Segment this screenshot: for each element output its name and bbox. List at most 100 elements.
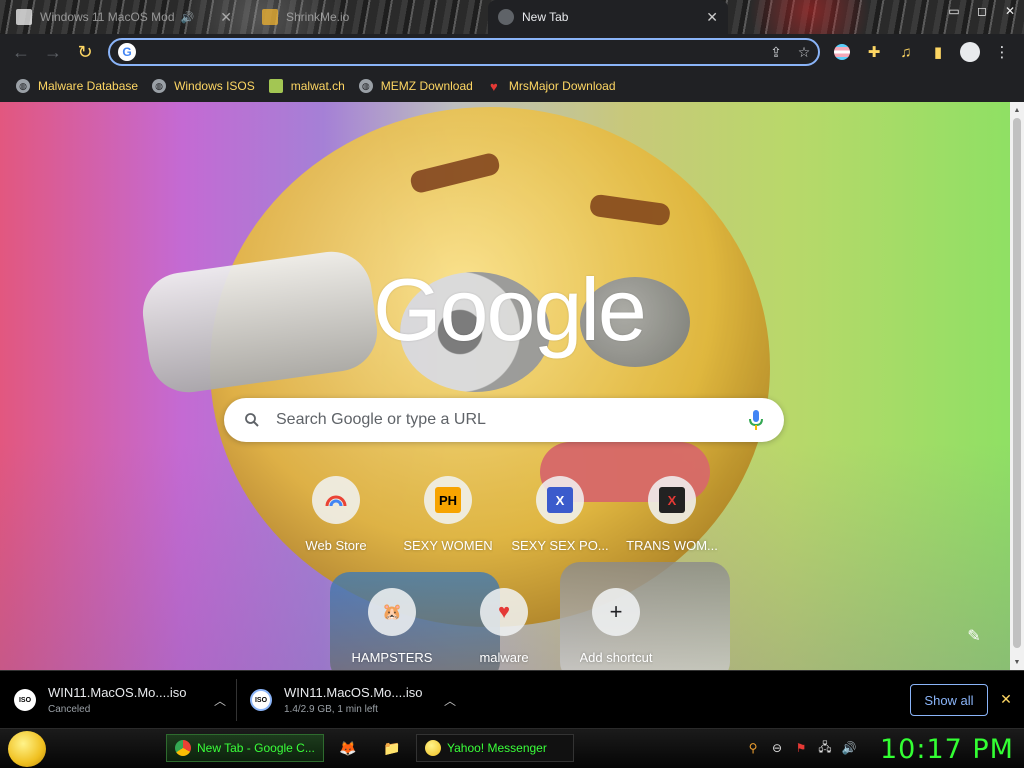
bookmark-windows-isos[interactable]: ◍ Windows ISOS — [146, 74, 263, 98]
new-tab-page: Google Web Store PH SEXY WOMEN — [0, 102, 1010, 670]
ntp-search-input[interactable] — [276, 411, 744, 429]
search-icon — [242, 410, 262, 430]
download-item-in-progress[interactable]: ISO WIN11.MacOS.Mo....iso 1.4/2.9 GB, 1 … — [250, 679, 456, 721]
scroll-up-icon[interactable]: ▲ — [1010, 103, 1024, 117]
shortcut-tile: + — [592, 588, 640, 636]
show-all-button[interactable]: Show all — [910, 684, 988, 716]
back-arrow-icon[interactable]: ← — [6, 37, 36, 67]
download-filename: WIN11.MacOS.Mo....iso — [284, 685, 423, 700]
shortcut-add[interactable]: + Add shortcut — [560, 588, 672, 670]
forward-arrow-icon[interactable]: → — [38, 37, 68, 67]
taskbar-task-yahoo-messenger[interactable]: Yahoo! Messenger — [416, 734, 574, 762]
download-status: 1.4/2.9 GB, 1 min left — [284, 704, 378, 715]
microphone-icon[interactable] — [744, 408, 768, 432]
customize-pencil-icon[interactable]: ✎ — [962, 624, 986, 648]
share-icon[interactable]: ⇪ — [762, 40, 790, 64]
tab-shrinkme[interactable]: ShrinkMe.io — [252, 0, 482, 34]
bookmark-malwatch[interactable]: malwat.ch — [263, 74, 353, 98]
bookmarks-bar: ◍ Malware Database ◍ Windows ISOS malwat… — [0, 70, 1024, 102]
tab-title: Windows 11 MacOS Mod — [40, 10, 175, 24]
figure-icon — [268, 79, 283, 93]
minimize-icon[interactable]: ▭ — [940, 0, 968, 22]
shortcut-tile: X — [648, 476, 696, 524]
taskbar: New Tab - Google C... 🦊 📁 Yahoo! Messeng… — [0, 728, 1024, 768]
ntp-search-box[interactable] — [224, 398, 784, 442]
tab-title: New Tab — [522, 10, 569, 24]
speaker-icon[interactable]: 🔊 — [181, 11, 195, 24]
screen: Windows 11 MacOS Mod 🔊 ✕ ShrinkMe.io New… — [0, 0, 1024, 768]
chrome-icon — [175, 740, 191, 756]
shortcut-tile: PH — [424, 476, 472, 524]
tab-strip: Windows 11 MacOS Mod 🔊 ✕ ShrinkMe.io New… — [0, 0, 1024, 34]
tray-status-icon[interactable]: ⊖ — [768, 738, 786, 758]
folder-icon[interactable]: 📁 — [382, 737, 402, 759]
trans-flag-extension-icon[interactable] — [828, 38, 856, 66]
hamster-icon: 🐹 — [382, 604, 402, 621]
volume-icon[interactable]: 🔊 — [840, 738, 858, 758]
download-filename: WIN11.MacOS.Mo....iso — [48, 685, 187, 700]
heart-icon: ♥ — [489, 78, 498, 94]
close-shelf-icon[interactable]: ✕ — [996, 689, 1016, 709]
download-item-canceled[interactable]: ISO WIN11.MacOS.Mo....iso Canceled ︿ — [14, 679, 226, 721]
search-magnifier-icon[interactable]: ⚲ — [744, 738, 762, 758]
smiley-icon — [425, 740, 441, 756]
network-icon[interactable]: 🖧 — [816, 738, 834, 758]
scroll-down-icon[interactable]: ▼ — [1010, 655, 1024, 669]
google-g-icon: G — [118, 43, 136, 61]
profile-avatar-icon[interactable] — [956, 38, 984, 66]
bookmark-memz-download[interactable]: ◍ MEMZ Download — [353, 74, 481, 98]
firefox-icon[interactable]: 🦊 — [338, 737, 358, 759]
tab-close-icon[interactable]: ✕ — [220, 9, 232, 26]
shortcut-sexy-women[interactable]: PH SEXY WOMEN — [392, 476, 504, 576]
bookmark-star-icon[interactable]: ☆ — [790, 40, 818, 64]
iso-file-icon: ISO — [250, 689, 272, 711]
iso-file-icon: ISO — [14, 689, 36, 711]
side-panel-icon[interactable]: ▮ — [924, 38, 952, 66]
download-divider — [236, 679, 237, 721]
globe-icon: ◍ — [152, 79, 167, 93]
menu-kebab-icon[interactable]: ⋮ — [988, 38, 1016, 66]
browser-toolbar: ← → ↻ G ⇪ ☆ ✚ ♫ ▮ ⋮ — [0, 34, 1024, 70]
reload-icon[interactable]: ↻ — [70, 37, 100, 67]
shortcut-tile: X — [536, 476, 584, 524]
page-scrollbar[interactable]: ▲ ▼ — [1010, 102, 1024, 670]
bookmark-mrsmajor-download[interactable]: ♥ MrsMajor Download — [481, 74, 624, 98]
chevron-up-icon[interactable]: ︿ — [444, 692, 456, 709]
rainbow-icon — [323, 487, 349, 513]
maximize-icon[interactable]: ◻ — [968, 0, 996, 22]
download-shelf: ISO WIN11.MacOS.Mo....iso Canceled ︿ ISO… — [0, 670, 1024, 728]
tab-new-tab[interactable]: New Tab ✕ — [488, 0, 728, 34]
shortcut-malware[interactable]: ♥ malware — [448, 588, 560, 670]
shortcut-hampsters[interactable]: 🐹 HAMPSTERS — [336, 588, 448, 670]
globe-icon: ◍ — [358, 79, 373, 93]
shortcut-trans-wom[interactable]: X TRANS WOM... — [616, 476, 728, 576]
tab-close-icon[interactable]: ✕ — [706, 9, 718, 26]
heart-icon: ♥ — [498, 600, 510, 623]
extensions-puzzle-icon[interactable]: ✚ — [860, 38, 888, 66]
shortcut-tile: 🐹 — [368, 588, 416, 636]
globe-icon: ◍ — [16, 79, 30, 93]
hand-favicon-icon — [262, 9, 278, 25]
address-input[interactable] — [144, 41, 762, 63]
tab-title: ShrinkMe.io — [286, 10, 350, 24]
action-center-flag-icon[interactable]: ⚑ — [792, 738, 810, 758]
tab-windows-mod[interactable]: Windows 11 MacOS Mod 🔊 ✕ — [6, 0, 242, 34]
window-controls: ▭ ◻ ✕ — [940, 0, 1024, 22]
site-favicon-icon — [16, 9, 32, 25]
shortcut-web-store[interactable]: Web Store — [280, 476, 392, 576]
start-smiley-icon[interactable] — [8, 731, 46, 767]
chrome-favicon-icon — [498, 9, 514, 25]
taskbar-task-chrome[interactable]: New Tab - Google C... — [166, 734, 324, 762]
close-window-icon[interactable]: ✕ — [996, 0, 1024, 22]
x-icon: X — [547, 487, 573, 513]
shortcut-sexy-sex-po[interactable]: X SEXY SEX PO... — [504, 476, 616, 576]
scrollbar-thumb[interactable] — [1013, 118, 1021, 648]
chevron-up-icon[interactable]: ︿ — [214, 692, 226, 709]
bookmark-malware-database[interactable]: ◍ Malware Database — [10, 74, 146, 98]
download-status: Canceled — [48, 704, 91, 715]
media-queue-icon[interactable]: ♫ — [892, 38, 920, 66]
omnibox[interactable]: G ⇪ ☆ — [108, 38, 820, 66]
ph-icon: PH — [435, 487, 461, 513]
taskbar-clock[interactable]: 10:17 PM — [880, 732, 1014, 766]
plus-icon: + — [609, 599, 623, 624]
